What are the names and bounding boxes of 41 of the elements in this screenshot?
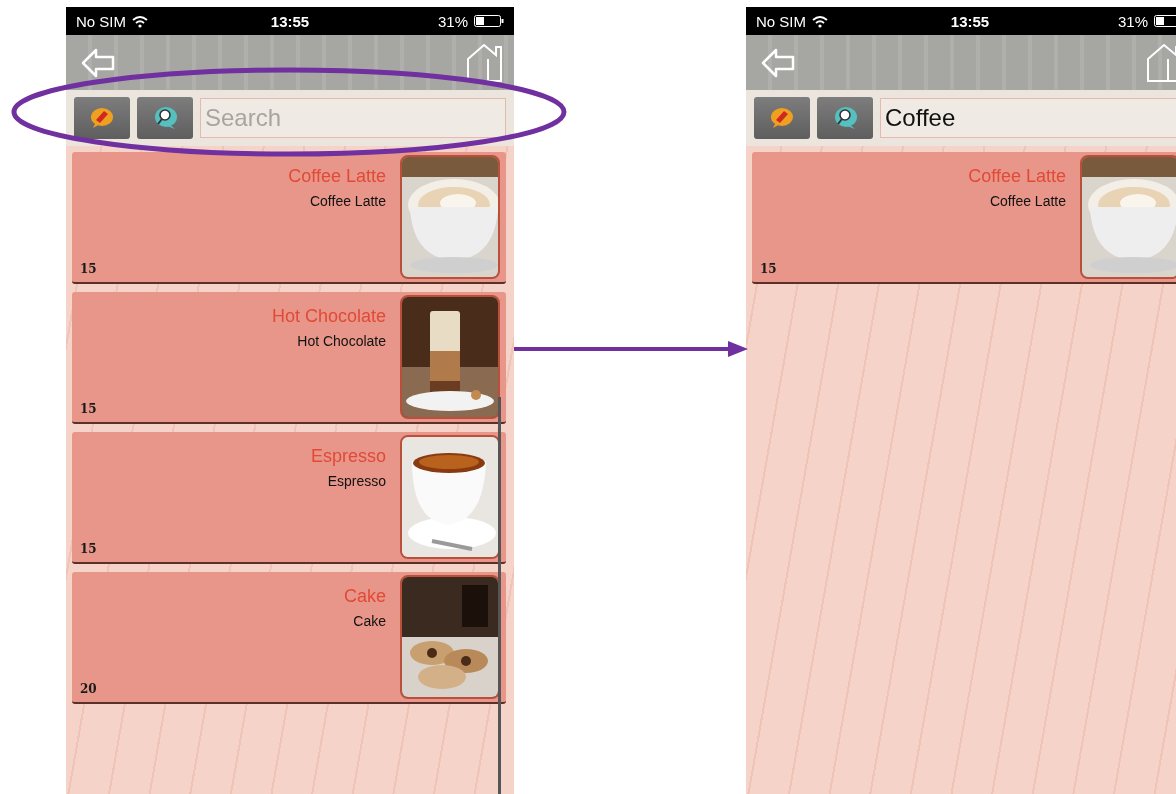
item-subtitle: Coffee Latte [309,193,386,209]
time-label: 13:55 [950,12,990,30]
search-field[interactable]: Coffee [880,98,1176,138]
battery-icon [1154,15,1176,27]
item-title: Hot Chocolate [271,306,386,327]
clear-button[interactable] [754,97,810,139]
list-item[interactable]: Coffee Latte Coffee Latte 15 [72,152,506,284]
item-price: 15 [80,262,97,276]
list-item[interactable]: Coffee Latte Coffee Latte 15 [752,152,1176,284]
item-price: 20 [80,682,97,696]
eraser-icon [770,106,794,130]
carrier-label: No SIM [76,12,126,30]
wifi-icon [812,14,828,28]
item-price: 15 [80,402,97,416]
eraser-icon [90,106,114,130]
item-price: 15 [80,542,97,556]
list-item[interactable]: Espresso Espresso 15 [72,432,506,564]
item-title: Cake [343,586,386,607]
battery-percent: 31% [437,12,468,30]
item-title: Coffee Latte [968,166,1066,187]
time-label: 13:55 [270,12,310,30]
item-subtitle: Cake [353,613,386,629]
item-subtitle: Hot Chocolate [297,333,386,349]
item-subtitle: Espresso [327,473,386,489]
clear-button[interactable] [74,97,130,139]
item-title: Espresso [310,446,386,467]
search-icon [153,106,177,130]
list-item[interactable]: Hot Chocolate Hot Chocolate 15 [72,292,506,424]
carrier-label: No SIM [756,12,806,30]
search-button[interactable] [817,97,873,139]
item-title: Coffee Latte [288,166,386,187]
search-button[interactable] [137,97,193,139]
home-icon[interactable] [466,42,504,83]
battery-percent: 31% [1117,12,1148,30]
item-subtitle: Coffee Latte [989,193,1066,209]
list-item[interactable]: Cake Cake 20 [72,572,506,704]
search-icon [833,106,857,130]
battery-icon [474,15,504,27]
search-field[interactable]: Search [200,98,506,138]
wifi-icon [132,14,148,28]
item-price: 15 [760,262,777,276]
